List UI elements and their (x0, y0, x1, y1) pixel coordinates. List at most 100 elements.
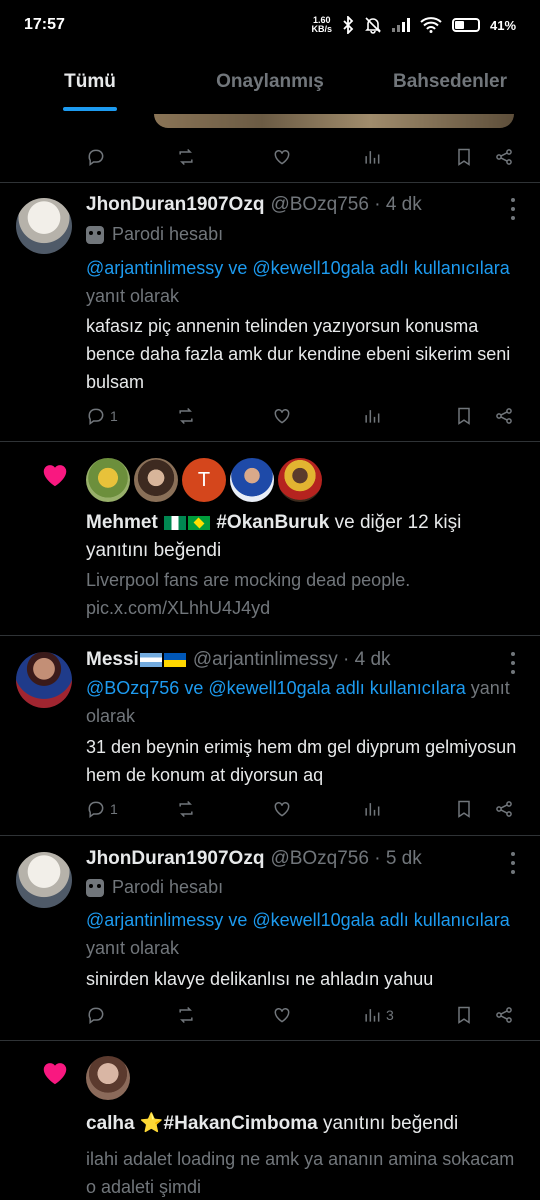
post-actions: 1 (0, 401, 540, 431)
analytics-icon (365, 151, 380, 164)
reply-button[interactable] (86, 142, 106, 172)
more-options-icon[interactable] (510, 652, 516, 674)
reply-button[interactable] (86, 1000, 106, 1030)
reply-mentions-link[interactable]: @arjantinlimessy ve @kewell10gala adlı k… (86, 910, 510, 930)
bookmark-button[interactable] (454, 142, 474, 172)
like-notification-heart-icon (40, 460, 70, 490)
divider (0, 182, 540, 183)
wifi-icon (420, 17, 442, 33)
liker-avatar[interactable] (134, 458, 178, 502)
display-name[interactable]: JhonDuran1907Ozq (86, 848, 264, 870)
liker-avatar[interactable] (86, 458, 130, 502)
reply-icon (88, 1007, 104, 1024)
reply-context: @BOzq756 ve @kewell10gala adlı kullanıcı… (86, 678, 510, 726)
display-name[interactable]: Messi (86, 649, 187, 671)
repost-icon (179, 800, 193, 818)
like-button[interactable] (272, 142, 292, 172)
parody-mask-icon (86, 225, 104, 244)
handle-time: @BOzq756 · 5 dk (270, 848, 422, 869)
tab-mentions[interactable]: Bahsedenler (360, 50, 540, 114)
post-media-image[interactable] (154, 114, 514, 128)
share-button[interactable] (494, 794, 514, 824)
heart-icon (274, 1007, 290, 1023)
repost-button[interactable] (176, 1000, 196, 1030)
like-notification-text: calha ⭐#HakanCimboma yanıtını beğendi (86, 1113, 459, 1134)
more-options-icon[interactable] (510, 852, 516, 874)
analytics-icon (365, 1009, 380, 1022)
bookmark-icon (458, 1006, 470, 1024)
avatar[interactable] (16, 198, 72, 254)
share-button[interactable] (494, 142, 514, 172)
liker-avatar[interactable] (86, 1056, 130, 1100)
post-header: Messi @arjantinlimessy · 4 dk (86, 649, 391, 671)
views-button[interactable]: 3 (362, 1000, 394, 1030)
active-tab-indicator (63, 107, 117, 111)
like-button[interactable] (272, 1000, 292, 1030)
avatar[interactable] (16, 852, 72, 908)
repost-icon (179, 407, 193, 425)
reply-mentions-link[interactable]: @BOzq756 ve @kewell10gala adlı kullanıcı… (86, 678, 466, 698)
like-button[interactable] (272, 794, 292, 824)
views-button[interactable] (362, 142, 382, 172)
battery-percent: 41% (489, 17, 516, 33)
divider (0, 1040, 540, 1041)
reply-button[interactable]: 1 (86, 401, 118, 431)
tab-verified[interactable]: Onaylanmış (180, 50, 360, 114)
display-name[interactable]: JhonDuran1907Ozq (86, 194, 264, 216)
heart-icon (274, 149, 290, 165)
like-notification-heart-icon (40, 1058, 70, 1088)
like-notification-text: Mehmet #OkanBuruk ve diğer 12 kişi yanıt… (86, 512, 462, 561)
reply-icon (88, 149, 104, 166)
parody-label: Parodi hesabı (86, 224, 223, 245)
repost-button[interactable] (176, 794, 196, 824)
share-button[interactable] (494, 401, 514, 431)
post-text: sinirden klavye delikanlısı ne ahladın y… (86, 969, 434, 989)
liked-post-preview[interactable]: Liverpool fans are mocking dead people. … (86, 566, 526, 622)
share-icon (496, 1007, 512, 1023)
bookmark-icon (458, 407, 470, 425)
post-text: kafasız piç annenin telinden yazıyorsun … (86, 316, 511, 392)
repost-button[interactable] (176, 142, 196, 172)
divider (0, 441, 540, 442)
views-button[interactable] (362, 794, 382, 824)
analytics-icon (365, 410, 380, 423)
more-options-icon[interactable] (510, 198, 516, 220)
liker-avatar[interactable] (278, 458, 322, 502)
reply-icon (88, 801, 104, 818)
liked-post-preview[interactable]: ilahi adalet loading ne amk ya ananın am… (86, 1145, 526, 1200)
reply-mentions-link[interactable]: @arjantinlimessy ve @kewell10gala adlı k… (86, 258, 510, 278)
avatar[interactable] (16, 652, 72, 708)
tab-all[interactable]: Tümü (0, 50, 180, 114)
post-header: JhonDuran1907Ozq @BOzq756 · 4 dk (86, 194, 422, 216)
reply-count: 1 (110, 801, 118, 817)
reply-button[interactable]: 1 (86, 794, 118, 824)
view-count: 3 (386, 1007, 394, 1023)
share-button[interactable] (494, 1000, 514, 1030)
liker-avatars (86, 1056, 130, 1100)
divider (0, 835, 540, 836)
share-icon (496, 408, 512, 424)
heart-icon (274, 801, 290, 817)
reply-count: 1 (110, 408, 118, 424)
parody-label: Parodi hesabı (86, 877, 223, 898)
repost-button[interactable] (176, 401, 196, 431)
bookmark-icon (458, 800, 470, 818)
status-bar: 17:57 1.60 KB/s 41% (0, 0, 540, 50)
post-actions (0, 142, 540, 172)
clock: 17:57 (24, 16, 65, 33)
liker-avatar[interactable] (230, 458, 274, 502)
liker-tag[interactable]: #HakanCimboma (164, 1113, 318, 1134)
like-button[interactable] (272, 401, 292, 431)
liker-name[interactable]: Mehmet (86, 512, 158, 533)
liker-tag[interactable]: #OkanBuruk (216, 512, 329, 533)
bookmark-button[interactable] (454, 794, 474, 824)
bookmark-button[interactable] (454, 1000, 474, 1030)
liker-name[interactable]: calha (86, 1113, 135, 1134)
reply-context: @arjantinlimessy ve @kewell10gala adlı k… (86, 910, 510, 958)
views-button[interactable] (362, 401, 382, 431)
liker-avatars: T (86, 458, 322, 502)
liker-avatar[interactable]: T (182, 458, 226, 502)
parody-mask-icon (86, 878, 104, 897)
bookmark-button[interactable] (454, 401, 474, 431)
repost-icon (179, 148, 193, 166)
